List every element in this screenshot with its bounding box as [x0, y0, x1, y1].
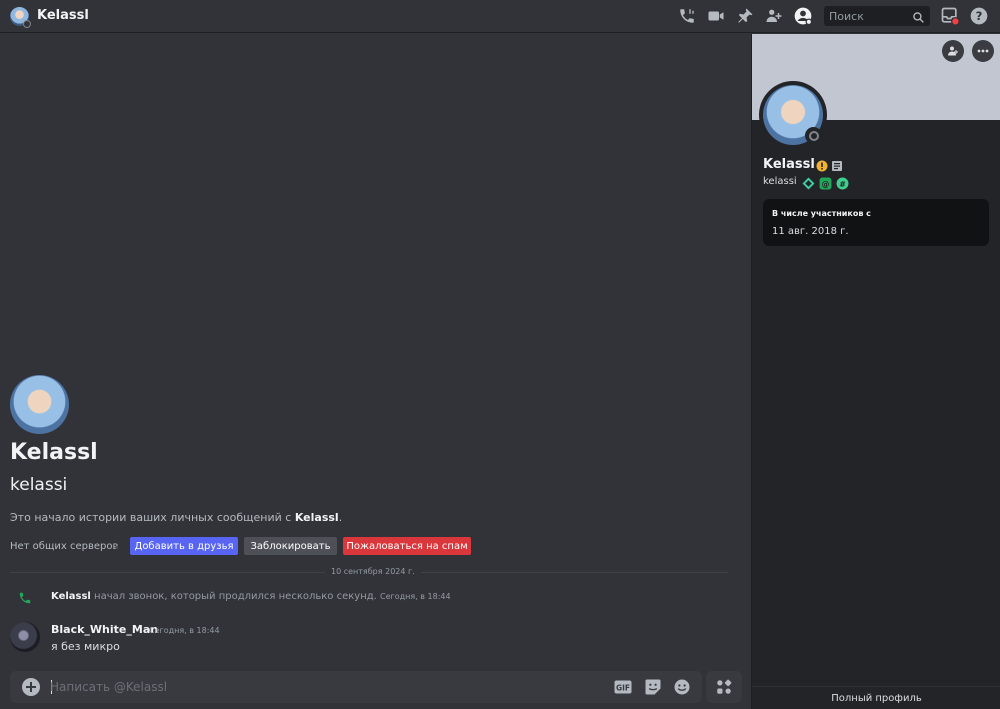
chat-scrollbar[interactable] [740, 34, 748, 664]
message-avatar[interactable] [10, 622, 40, 652]
video-call-icon[interactable] [706, 6, 726, 26]
svg-text:GIF: GIF [616, 684, 630, 693]
panel-username: kelassi [763, 176, 797, 187]
separator-dot [115, 546, 118, 549]
inbox-icon[interactable] [940, 6, 960, 26]
no-mutual-servers: Нет общих серверов [10, 541, 119, 552]
emoji-icon[interactable] [673, 678, 691, 696]
add-friend-button[interactable]: Добавить в друзья [130, 537, 238, 555]
notes-badge-icon[interactable] [831, 157, 843, 176]
date-divider-label: 10 сентября 2024 г. [325, 567, 421, 576]
chat-area [0, 34, 751, 709]
apps-icon[interactable] [706, 671, 742, 703]
pinned-icon[interactable] [735, 6, 755, 26]
block-button[interactable]: Заблокировать [244, 537, 337, 555]
add-friend-icon[interactable] [942, 40, 964, 62]
member-since-label: В числе участников с [772, 209, 871, 218]
full-profile-link[interactable]: Полный профиль [752, 686, 1000, 709]
header-avatar[interactable] [10, 7, 31, 28]
user-profile-icon[interactable] [793, 6, 813, 26]
member-since-date: 11 авг. 2018 г. [772, 226, 849, 237]
panel-display-name: Kelassl [763, 157, 815, 172]
add-friends-to-dm-icon[interactable] [764, 6, 784, 26]
profile-username: kelassi [10, 475, 68, 495]
name-badges [816, 157, 843, 176]
dm-header: Kelassl ? [0, 0, 1000, 33]
upload-plus-icon[interactable] [22, 678, 40, 696]
svg-text:?: ? [976, 9, 983, 23]
message-input[interactable] [50, 671, 600, 703]
message-composer: GIF [10, 671, 702, 703]
profile-display-name: Kelassl [10, 440, 98, 465]
search-box[interactable] [824, 6, 930, 26]
call-author[interactable]: Kelassl [51, 591, 91, 602]
profile-avatar[interactable] [10, 375, 69, 434]
message-timestamp: Сегодня, в 18:44 [149, 626, 220, 635]
dm-intro-text: Это начало истории ваших личных сообщени… [10, 511, 343, 524]
status-offline-icon [805, 127, 822, 144]
voice-call-icon[interactable] [677, 6, 697, 26]
sticker-icon[interactable] [644, 678, 662, 696]
user-profile-panel: Kelassl kelassi @ # В числе участников с… [751, 34, 1000, 709]
search-icon [912, 9, 925, 28]
svg-text:@: @ [822, 180, 830, 189]
member-since-card: В числе участников с 11 авг. 2018 г. [763, 199, 989, 246]
dm-title[interactable]: Kelassl [37, 8, 89, 23]
warning-badge-icon[interactable] [816, 157, 828, 176]
status-offline-icon [23, 20, 31, 28]
quest-badge-icon[interactable]: # [836, 175, 849, 194]
more-options-icon[interactable] [972, 40, 994, 62]
svg-text:#: # [839, 180, 845, 189]
gif-icon[interactable]: GIF [614, 678, 632, 696]
hypesquad-badge-icon[interactable] [802, 175, 815, 194]
message-author[interactable]: Black_White_Man [51, 623, 158, 636]
report-spam-button[interactable]: Пожаловаться на спам [343, 537, 471, 555]
user-badges: @ # [802, 175, 849, 194]
call-timestamp: Сегодня, в 18:44 [380, 592, 451, 601]
help-icon[interactable]: ? [969, 6, 989, 26]
call-event-message: Kelassl начал звонок, который продлился … [51, 591, 451, 602]
nitro-badge-icon[interactable]: @ [819, 175, 832, 194]
call-phone-icon [18, 590, 32, 609]
message-content: я без микро [51, 640, 120, 653]
